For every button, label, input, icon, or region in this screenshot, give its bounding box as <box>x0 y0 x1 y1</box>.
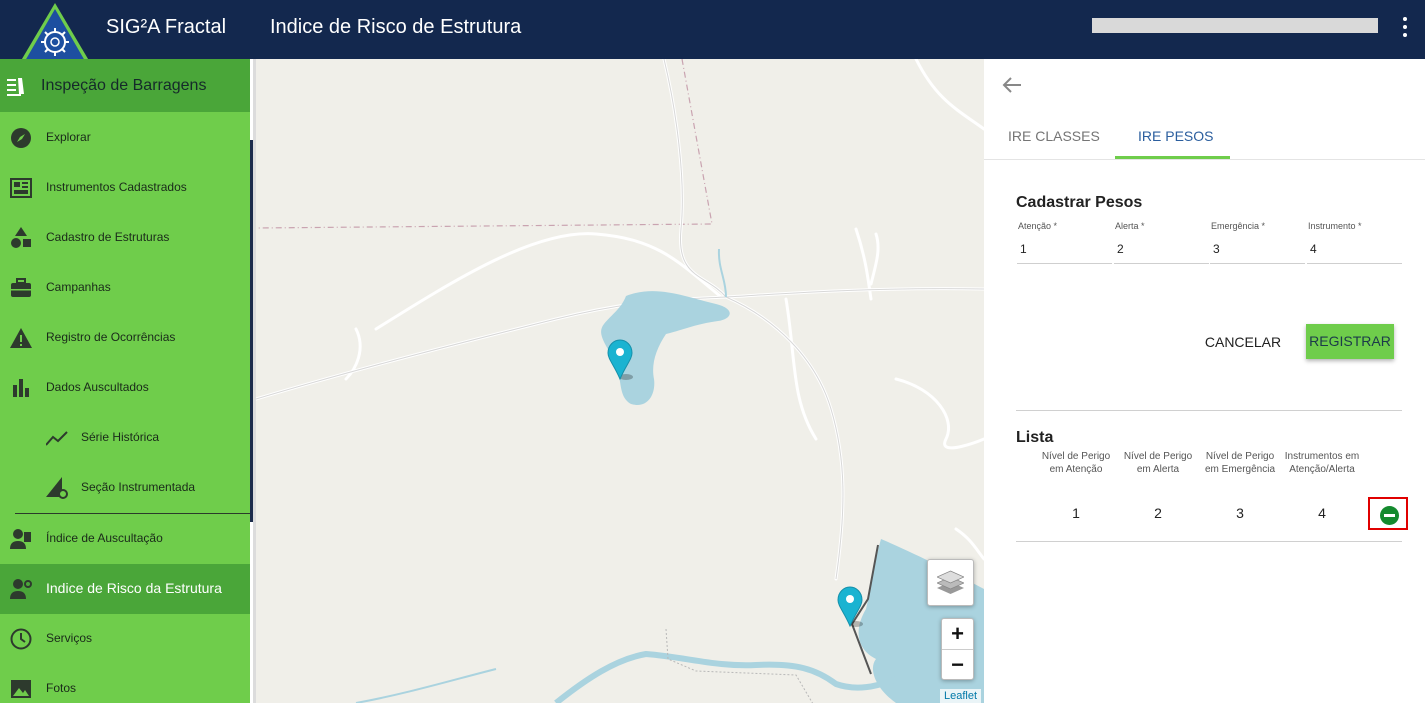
list-icon <box>7 78 24 96</box>
sidebar-item-label: Campanhas <box>46 280 111 294</box>
sidebar-item-campanhas[interactable]: Campanhas <box>0 263 250 313</box>
table-cell: 1 <box>1072 505 1080 521</box>
sidebar-item-fotos[interactable]: Fotos <box>0 664 250 703</box>
sidebar-item-instrumentos[interactable]: Instrumentos Cadastrados <box>0 163 250 213</box>
worker-settings-icon <box>10 579 32 599</box>
map-view[interactable] <box>256 59 984 703</box>
tab-ire-pesos[interactable]: IRE PESOS <box>1138 128 1213 144</box>
field-label-instrumento: Instrumento * <box>1308 221 1362 231</box>
sidebar-item-label: Seção Instrumentada <box>81 480 196 494</box>
sidebar-item-label: Explorar <box>46 130 91 144</box>
sidebar-item-servicos[interactable]: Serviços <box>0 614 250 664</box>
remove-circle-icon <box>1380 506 1399 525</box>
emergencia-input[interactable]: 3 <box>1210 242 1305 264</box>
sidebar-item-label: Série Histórica <box>81 430 160 444</box>
dashboard-icon <box>10 178 32 198</box>
sidebar-item-registro-ocorrencias[interactable]: Registro de Ocorrências <box>0 313 250 363</box>
sidebar-scrollbar[interactable] <box>250 140 253 522</box>
sidebar-item-label: Fotos <box>46 681 77 695</box>
section-divider <box>1016 410 1402 411</box>
remove-row-button[interactable] <box>1368 497 1408 530</box>
sidebar-item-indice-auscultacao[interactable]: Índice de Auscultação <box>0 514 250 564</box>
sidebar-item-secao-instrumentada[interactable]: Seção Instrumentada <box>0 463 250 513</box>
sidebar-item-serie-historica[interactable]: Série Histórica <box>0 413 250 463</box>
form-title: Cadastrar Pesos <box>1016 194 1143 211</box>
section-gear-icon <box>46 477 68 499</box>
trend-line-icon <box>46 431 68 446</box>
sidebar: Inspeção de Barragens Explorar Instrumen… <box>0 59 250 703</box>
app-name: SIG²A Fractal <box>106 16 227 38</box>
clock-icon <box>10 628 32 650</box>
layers-icon <box>937 570 964 594</box>
sidebar-item-label: Instrumentos Cadastrados <box>46 180 187 194</box>
column-header-alerta: Nível de Perigo em Alerta <box>1123 451 1193 475</box>
shapes-icon <box>11 227 31 248</box>
briefcase-icon <box>11 278 31 297</box>
sidebar-item-cadastro-estruturas[interactable]: Cadastro de Estruturas <box>0 213 250 263</box>
alerta-input[interactable]: 2 <box>1114 242 1209 264</box>
app-logo[interactable] <box>18 2 92 66</box>
sidebar-item-label: Índice de Auscultação <box>46 531 163 545</box>
column-header-atencao: Nível de Perigo em Atenção <box>1041 451 1111 475</box>
register-button[interactable]: REGISTRAR <box>1306 324 1394 359</box>
table-cell: 3 <box>1236 505 1244 521</box>
sidebar-section-header[interactable]: Inspeção de Barragens <box>0 59 250 112</box>
user-info-redacted <box>1092 18 1378 33</box>
field-label-atencao: Atenção * <box>1018 221 1058 231</box>
map-layers-button[interactable] <box>927 559 974 606</box>
map-attribution-link[interactable]: Leaflet <box>940 689 982 703</box>
active-tab-indicator <box>1115 156 1230 159</box>
zoom-out-button[interactable]: − <box>942 649 973 680</box>
worker-icon <box>10 529 31 549</box>
field-label-alerta: Alerta * <box>1115 221 1145 231</box>
table-cell: 4 <box>1318 505 1326 521</box>
map-marker-2[interactable] <box>837 586 863 628</box>
compass-icon <box>11 128 31 148</box>
sidebar-section-title: Inspeção de Barragens <box>41 77 207 94</box>
atencao-input[interactable]: 1 <box>1017 242 1112 264</box>
row-divider <box>1016 541 1402 542</box>
tabs-divider <box>984 159 1425 160</box>
more-vert-icon[interactable] <box>1396 14 1414 40</box>
sidebar-item-indice-risco[interactable]: Indice de Risco da Estrutura <box>0 564 250 614</box>
table-cell: 2 <box>1154 505 1162 521</box>
instrumento-input[interactable]: 4 <box>1307 242 1402 264</box>
back-arrow-icon[interactable] <box>1002 75 1022 95</box>
map-zoom-control: + − <box>941 618 974 680</box>
list-title: Lista <box>1016 429 1054 446</box>
sidebar-item-label: Cadastro de Estruturas <box>46 230 170 244</box>
sidebar-item-explorar[interactable]: Explorar <box>0 113 250 163</box>
sidebar-item-label: Dados Auscultados <box>46 380 149 394</box>
page-title: Indice de Risco de Estrutura <box>270 16 522 38</box>
sidebar-item-label: Serviços <box>46 631 93 645</box>
zoom-in-button[interactable]: + <box>942 619 973 649</box>
column-header-emergencia: Nível de Perigo em Emergência <box>1204 451 1276 475</box>
warning-icon <box>10 328 32 348</box>
bar-chart-icon <box>13 379 29 397</box>
sidebar-item-dados-auscultados[interactable]: Dados Auscultados <box>0 363 250 413</box>
column-header-instrumentos: Instrumentos em Atenção/Alerta <box>1284 451 1360 475</box>
sidebar-item-label: Indice de Risco da Estrutura <box>46 580 222 596</box>
tab-ire-classes[interactable]: IRE CLASSES <box>1008 128 1100 144</box>
cancel-button[interactable]: CANCELAR <box>1200 326 1286 358</box>
sidebar-item-label: Registro de Ocorrências <box>46 330 176 344</box>
map-tiles <box>256 59 984 703</box>
image-icon <box>11 680 31 698</box>
field-label-emergencia: Emergência * <box>1211 221 1266 231</box>
